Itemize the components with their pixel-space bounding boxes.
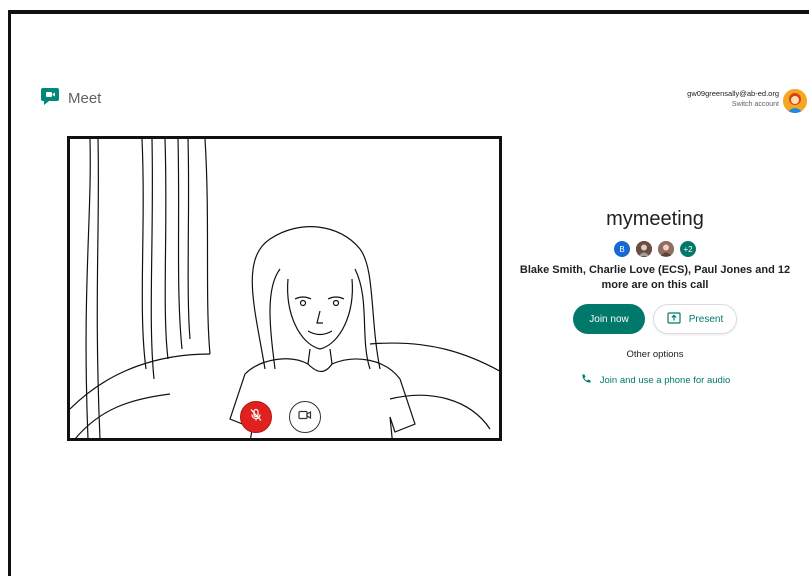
participant-avatars: B +2: [510, 241, 800, 259]
participant-avatar-photo: [658, 241, 674, 257]
mic-toggle-button[interactable]: [240, 401, 272, 433]
meet-logo[interactable]: Meet: [40, 86, 101, 111]
meet-logo-icon: [40, 86, 60, 111]
meeting-title: mymeeting: [606, 208, 704, 230]
app-name: Meet: [68, 90, 102, 107]
join-actions: Join now Present: [510, 304, 800, 334]
switch-account-link[interactable]: Switch account: [687, 101, 779, 108]
mic-off-icon: [249, 408, 263, 427]
participant-avatar-b: B: [614, 241, 630, 257]
participant-avatar-photo: [636, 241, 652, 257]
camera-sketch-image: [70, 139, 499, 438]
other-options-label: Other options: [626, 349, 684, 360]
video-preview: [67, 136, 502, 441]
participant-count-badge: +2: [680, 241, 696, 257]
camera-icon: [298, 408, 312, 426]
account-info[interactable]: gw09greensally@ab-ed.org Switch account: [687, 89, 779, 108]
present-button[interactable]: Present: [653, 304, 737, 334]
present-label: Present: [688, 313, 724, 325]
join-panel: mymeeting B +2 Blake Smith, Charlie Love…: [510, 205, 800, 388]
join-now-button[interactable]: Join now: [573, 304, 645, 334]
account-email: gw09greensally@ab-ed.org: [687, 89, 779, 98]
phone-icon: [580, 373, 592, 388]
camera-toggle-button[interactable]: [289, 401, 321, 433]
avatar[interactable]: [783, 89, 807, 113]
phone-audio-label: Join and use a phone for audio: [599, 375, 731, 386]
phone-audio-link[interactable]: Join and use a phone for audio: [510, 373, 800, 388]
present-icon: [667, 311, 681, 327]
participants-description: Blake Smith, Charlie Love (ECS), Paul Jo…: [519, 264, 791, 291]
